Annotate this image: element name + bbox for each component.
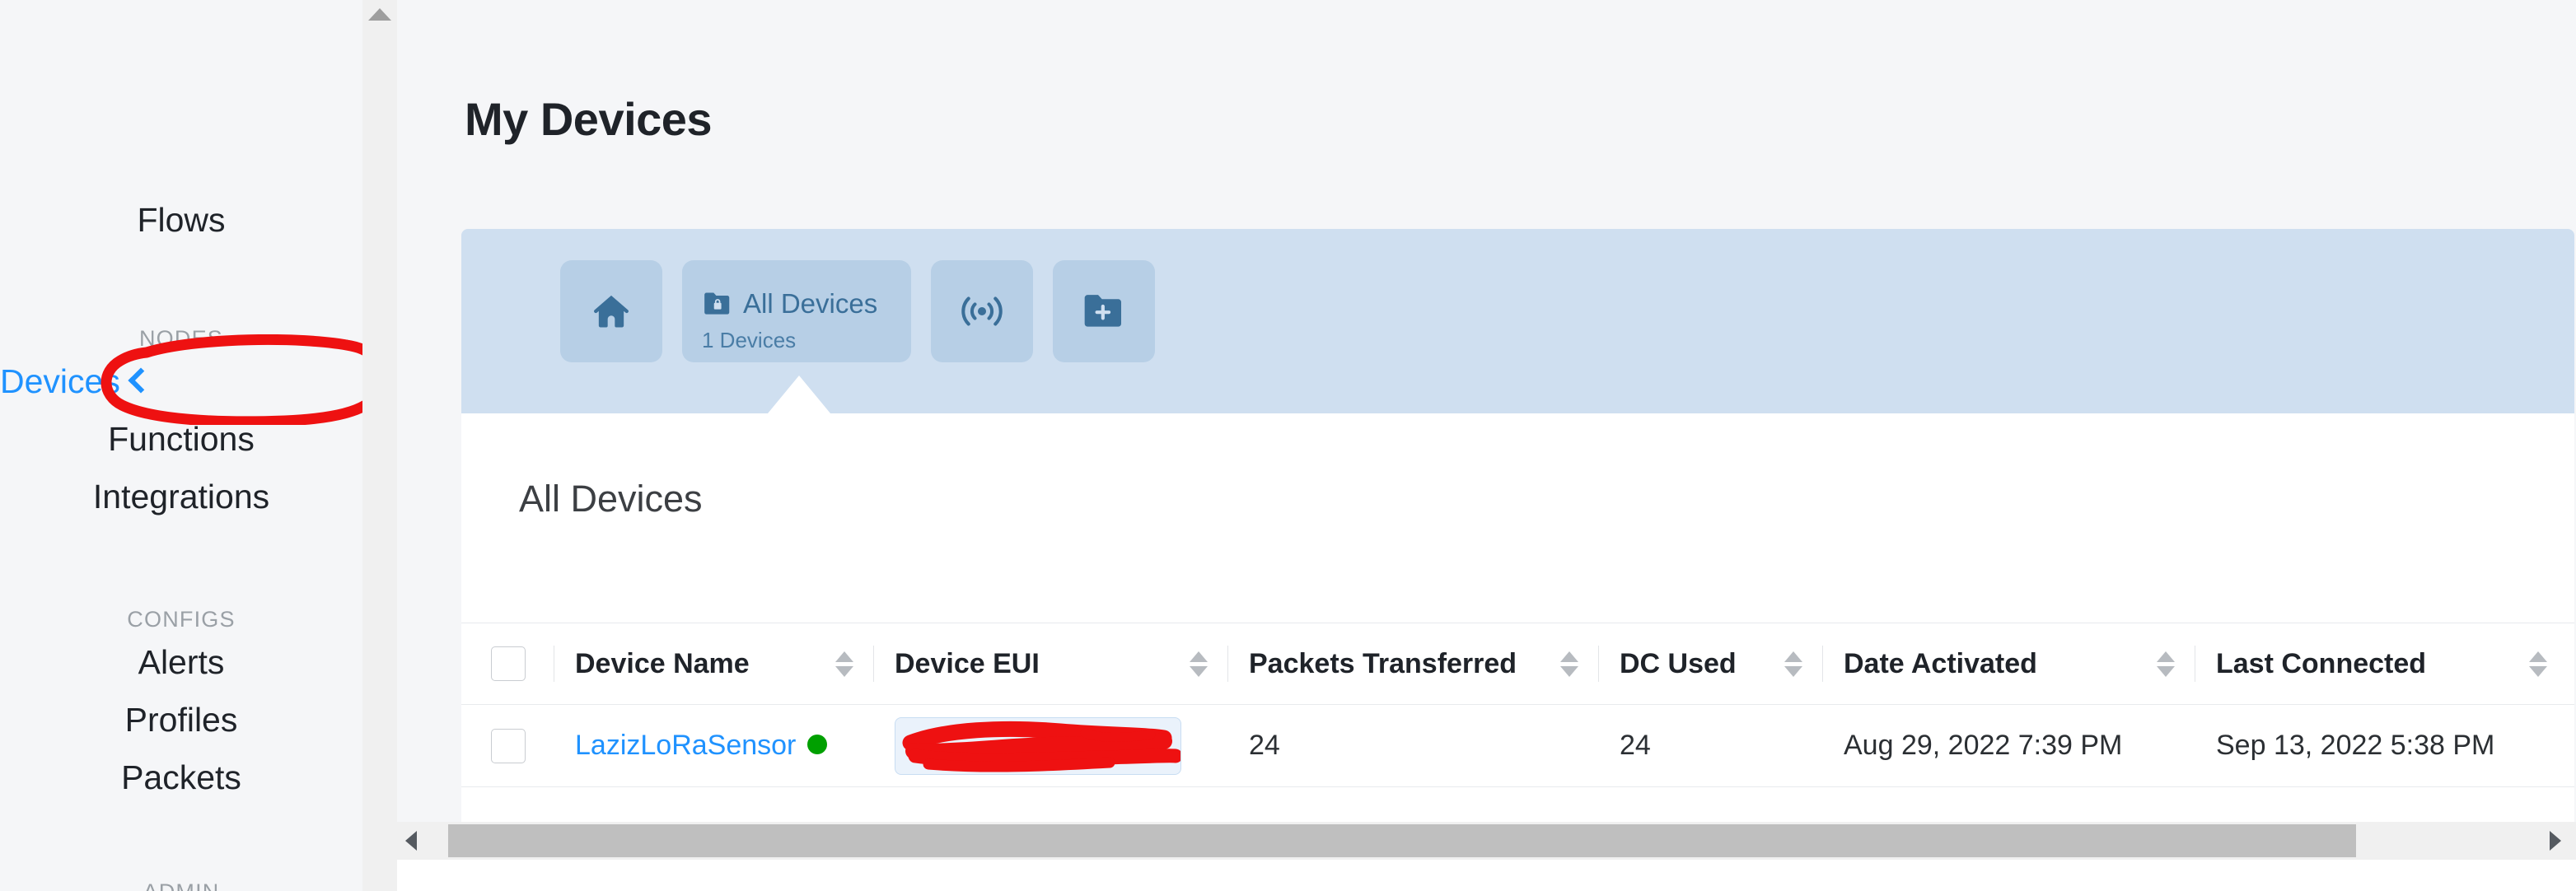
cell-date-activated: Aug 29, 2022 7:39 PM — [1844, 730, 2123, 761]
sort-descending-icon — [1190, 665, 1208, 677]
app-window: Flows NODES Devices Functions Integratio… — [0, 0, 2576, 891]
device-eui-redacted[interactable] — [895, 716, 1181, 775]
sidebar-item-flows[interactable]: Flows — [0, 203, 362, 237]
sort-toggle-device-eui[interactable] — [1190, 651, 1208, 677]
sidebar-item-devices[interactable]: Devices — [0, 362, 154, 400]
row-checkbox[interactable] — [491, 728, 526, 763]
sidebar-section-nodes: NODES — [138, 326, 224, 351]
table-horizontal-scrollbar[interactable] — [397, 822, 2576, 860]
sort-ascending-icon — [835, 651, 853, 662]
all-devices-folder-label: All Devices — [743, 287, 878, 319]
column-header-last-connected[interactable]: Last Connected — [2195, 623, 2567, 705]
table-row[interactable]: LazizLoRaSensor 24 24 Aug 29, 2022 7:39 … — [461, 705, 2574, 787]
cell-device-name: LazizLoRaSensor — [554, 705, 873, 787]
column-header-device-eui[interactable]: Device EUI — [873, 623, 1227, 705]
sidebar-item-integrations[interactable]: Integrations — [0, 480, 362, 514]
new-folder-button[interactable] — [1053, 260, 1155, 362]
active-folder-pointer — [768, 376, 830, 413]
table-title: All Devices — [519, 478, 703, 520]
card-bottom-edge — [397, 860, 2576, 891]
signal-broadcast-icon — [961, 296, 1003, 326]
column-header-dc-used[interactable]: DC Used — [1598, 623, 1822, 705]
sidebar-section-admin: ADMIN — [0, 879, 362, 891]
sort-ascending-icon — [1784, 651, 1802, 662]
page-title: My Devices — [465, 93, 713, 145]
chevron-left-icon — [128, 366, 154, 394]
column-header-device-name[interactable]: Device Name — [554, 623, 873, 705]
red-scribble-annotation — [902, 721, 1180, 772]
devices-table: Device Name Device EUI Packets Transferr… — [461, 623, 2574, 787]
sort-toggle-dc-used[interactable] — [1784, 651, 1802, 677]
sort-descending-icon — [2157, 665, 2175, 677]
status-badge — [807, 734, 828, 754]
sort-ascending-icon — [1560, 651, 1578, 662]
sidebar-item-functions[interactable]: Functions — [0, 422, 362, 456]
scroll-right-arrow-icon[interactable] — [2550, 831, 2561, 851]
sort-ascending-icon — [1190, 651, 1208, 662]
folder-toolbar: All Devices 1 Devices — [461, 229, 2574, 413]
sidebar: Flows NODES Devices Functions Integratio… — [0, 0, 362, 891]
cell-device-eui — [873, 705, 1227, 787]
sidebar-vertical-scrollbar[interactable] — [362, 0, 397, 891]
home-icon — [594, 295, 629, 328]
select-all-cell — [461, 623, 554, 705]
cell-last-connected: Sep 13, 2022 5:38 PM — [2216, 730, 2495, 761]
scroll-up-arrow-icon[interactable] — [368, 8, 391, 21]
sort-descending-icon — [1560, 665, 1578, 677]
horizontal-scroll-thumb[interactable] — [448, 824, 2356, 857]
sort-descending-icon — [1784, 665, 1802, 677]
folder-lock-icon — [704, 292, 730, 315]
device-name-link[interactable]: LazizLoRaSensor — [575, 730, 796, 762]
sort-toggle-packets-transferred[interactable] — [1560, 651, 1578, 677]
column-header-packets-transferred[interactable]: Packets Transferred — [1227, 623, 1598, 705]
sort-toggle-last-connected[interactable] — [2529, 651, 2547, 677]
select-all-checkbox[interactable] — [491, 646, 526, 681]
sort-descending-icon — [2529, 665, 2547, 677]
cell-packets-transferred: 24 — [1249, 730, 1280, 761]
sidebar-item-packets[interactable]: Packets — [0, 761, 362, 795]
sort-toggle-date-activated[interactable] — [2157, 651, 2175, 677]
sidebar-item-devices-label: Devices — [0, 362, 120, 400]
cell-dc-used: 24 — [1620, 730, 1651, 761]
devices-table-card: All Devices Edit Columns Quick Action De… — [461, 413, 2574, 822]
home-button[interactable] — [560, 260, 662, 362]
scroll-left-arrow-icon[interactable] — [405, 831, 417, 851]
add-device-button[interactable] — [931, 260, 1033, 362]
sort-ascending-icon — [2529, 651, 2547, 662]
sidebar-item-alerts[interactable]: Alerts — [0, 646, 362, 679]
column-header-date-activated[interactable]: Date Activated — [1822, 623, 2195, 705]
sidebar-section-configs: CONFIGS — [127, 607, 236, 632]
sort-descending-icon — [835, 665, 853, 677]
row-select-cell — [461, 705, 554, 787]
sort-ascending-icon — [2157, 651, 2175, 662]
all-devices-folder-button[interactable]: All Devices 1 Devices — [682, 260, 911, 362]
sidebar-item-profiles[interactable]: Profiles — [0, 703, 362, 737]
folder-plus-icon — [1084, 295, 1121, 327]
sort-toggle-device-name[interactable] — [835, 651, 853, 677]
table-header-row: Device Name Device EUI Packets Transferr… — [461, 623, 2574, 705]
all-devices-folder-count: 1 Devices — [702, 327, 797, 352]
main-content: My Devices All Devices 1 Devices All Dev… — [397, 0, 2576, 891]
